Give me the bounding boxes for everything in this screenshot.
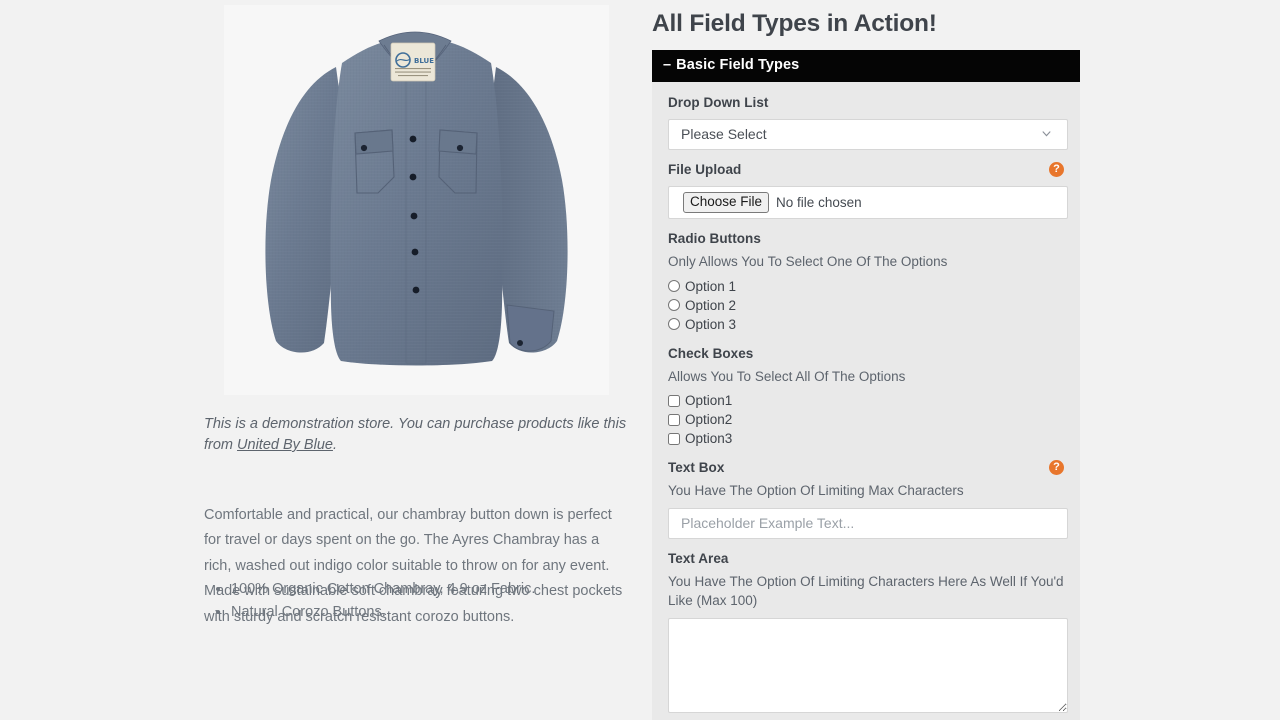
store-demo-note: This is a demonstration store. You can p… [204,414,628,456]
textbox-label-row: Text Box ? [668,458,1064,477]
checkbox-option-label-1[interactable]: Option1 [685,393,732,408]
textarea-label: Text Area [668,550,729,566]
shirt-button [411,248,419,256]
checkbox-option-3[interactable]: Option3 [668,429,1064,448]
checkbox-label: Check Boxes [668,345,754,361]
textarea-hint: You Have The Option Of Limiting Characte… [668,573,1064,609]
field-check-boxes: Check Boxes Allows You To Select All Of … [668,344,1064,449]
file-upload-status: No file chosen [776,195,862,210]
checkbox-option-1[interactable]: Option1 [668,391,1064,410]
list-item: Natural Corozo Buttons. [231,601,624,624]
checkbox-option-label-3[interactable]: Option3 [685,431,732,446]
radio-option-label-1[interactable]: Option 1 [685,279,736,294]
checkbox-label-row: Check Boxes [668,344,1064,363]
file-upload-control[interactable]: Choose File No file chosen [668,186,1068,219]
field-text-box: Text Box ? You Have The Option Of Limiti… [668,458,1068,539]
list-item: 100% Organic Cotton Chambray, 4.9 oz Fab… [231,578,624,601]
radio-label-row: Radio Buttons [668,229,1064,248]
fields-panel: Drop Down List Please Select File Upload… [652,82,1080,720]
text-box-input[interactable] [668,507,1068,539]
radio-input-1[interactable] [668,280,680,292]
radio-input-3[interactable] [668,318,680,330]
page-root: BLUE This is a demonstration store. You … [0,0,1280,720]
shirt-cuff [506,304,555,352]
field-file-upload: File Upload ? Choose File No file chosen [668,160,1068,219]
checkbox-input-1[interactable] [668,394,680,407]
radio-option-1[interactable]: Option 1 [668,277,1064,296]
checkbox-option-label-2[interactable]: Option2 [685,412,732,427]
help-icon-text-box[interactable]: ? [1049,460,1064,475]
radio-label: Radio Buttons [668,231,761,246]
svg-text:BLUE: BLUE [414,57,434,65]
form-column: All Field Types in Action! – Basic Field … [652,0,1092,720]
collapse-toggle-icon[interactable]: – [663,57,671,74]
radio-option-label-2[interactable]: Option 2 [685,298,736,313]
textbox-hint: You Have The Option Of Limiting Max Char… [668,483,964,498]
dropdown-label: Drop Down List [668,95,769,110]
united-by-blue-link[interactable]: United By Blue [237,437,333,453]
checkbox-option-list: Option1 Option2 Option3 [668,391,1064,448]
store-note-suffix: . [332,437,337,453]
dropdown-select[interactable]: Please Select [668,119,1068,150]
shirt-photo: BLUE [224,5,609,395]
field-radio-buttons: Radio Buttons Only Allows You To Select … [668,229,1064,334]
shirt-button [412,286,420,294]
help-icon-file-upload[interactable]: ? [1049,162,1064,177]
choose-file-button[interactable]: Choose File [683,192,770,213]
radio-input-2[interactable] [668,299,680,311]
textarea-label-row: Text Area [668,549,1064,568]
file-upload-label: File Upload [668,162,742,177]
product-image[interactable]: BLUE [224,5,609,395]
file-upload-label-row: File Upload ? [668,160,1064,179]
section-header-basic-field-types[interactable]: – Basic Field Types [652,50,1080,82]
radio-option-2[interactable]: Option 2 [668,296,1064,315]
textbox-label: Text Box [668,460,725,475]
shirt-button [409,135,417,143]
checkbox-hint: Allows You To Select All Of The Options [668,368,906,384]
shirt-pocket-flap-right [438,129,478,155]
field-dropdown: Drop Down List Please Select [668,93,1068,150]
field-text-area: Text Area You Have The Option Of Limitin… [668,549,1068,718]
checkbox-input-2[interactable] [668,413,680,426]
dropdown-label-row: Drop Down List [668,93,1064,112]
checkbox-option-2[interactable]: Option2 [668,410,1064,429]
product-column: BLUE This is a demonstration store. You … [204,0,634,720]
page-title: All Field Types in Action! [652,10,937,37]
shirt-button [409,173,417,181]
dropdown-wrapper: Please Select [668,119,1068,150]
radio-option-label-3[interactable]: Option 3 [685,317,736,332]
shirt-button [410,212,418,220]
section-header-label: Basic Field Types [676,57,800,73]
text-area-input[interactable] [668,617,1068,713]
checkbox-input-3[interactable] [668,432,680,445]
shirt-illustration: BLUE [224,5,609,395]
radio-hint: Only Allows You To Select One Of The Opt… [668,254,948,269]
radio-option-3[interactable]: Option 3 [668,315,1064,334]
shirt-pocket-flap-left [354,129,394,155]
product-feature-list: 100% Organic Cotton Chambray, 4.9 oz Fab… [204,578,624,624]
radio-option-list: Option 1 Option 2 Option 3 [668,277,1064,334]
